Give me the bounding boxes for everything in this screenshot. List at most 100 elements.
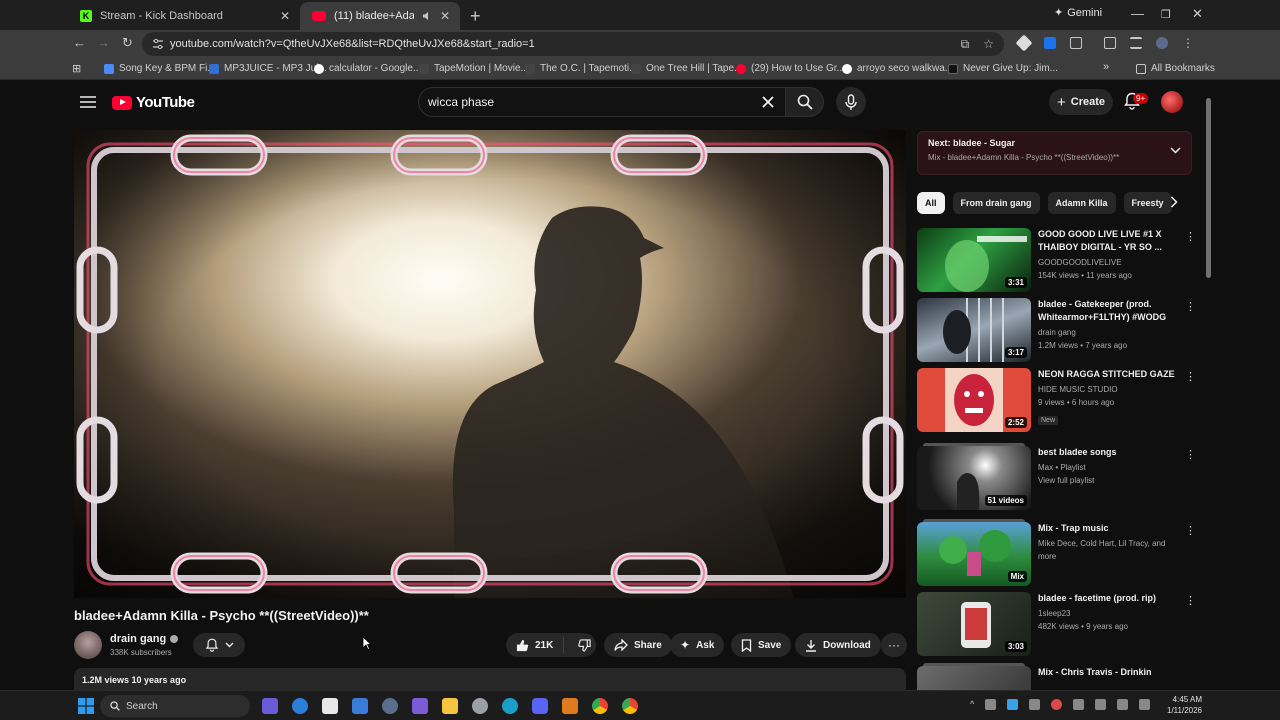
playlist-thumbnail[interactable]: 51 videos (917, 446, 1031, 510)
search-input[interactable]: wicca phase (418, 87, 786, 117)
kebab-menu-icon[interactable]: ⋮ (1185, 230, 1196, 243)
kebab-menu-icon[interactable]: ⋮ (1185, 370, 1196, 383)
kebab-menu-icon[interactable]: ⋮ (1185, 300, 1196, 313)
next-up-mix-panel[interactable]: Next: bladee - Sugar Mix - bladee+Adamn … (917, 131, 1192, 175)
gemini-button[interactable]: ✦ Gemini (1054, 6, 1102, 20)
dislike-button[interactable] (570, 638, 599, 652)
account-avatar[interactable] (1161, 91, 1183, 113)
youtube-logo[interactable]: YouTube (112, 94, 195, 111)
recommended-video[interactable]: 2:52 NEON RAGGA STITCHED GAZE HIDE MUSIC… (917, 368, 1196, 442)
bookmark-item[interactable]: One Tree Hill | Tape... (631, 63, 742, 74)
bookmark-item[interactable]: Never Give Up: Jim... (948, 63, 1058, 74)
tray-app-icon[interactable] (1073, 699, 1085, 710)
chip-all[interactable]: All (917, 192, 945, 214)
tray-app-icon[interactable] (985, 699, 997, 710)
bookmark-star-icon[interactable]: ☆ (983, 37, 994, 52)
recommended-playlist[interactable]: 51 videos best bladee songs Max • Playli… (917, 443, 1196, 512)
tab-close-icon[interactable]: ✕ (280, 9, 290, 23)
voice-search-button[interactable] (836, 87, 866, 117)
chrome-profile-icon[interactable] (622, 698, 638, 714)
volume-icon[interactable] (1139, 699, 1151, 710)
download-button[interactable]: Download (795, 633, 881, 657)
speaker-icon[interactable] (422, 11, 432, 21)
like-button[interactable]: 21K (506, 637, 565, 653)
file-explorer-icon[interactable] (442, 698, 458, 714)
back-icon[interactable]: ← (73, 35, 86, 50)
all-bookmarks-button[interactable]: All Bookmarks (1136, 63, 1215, 74)
reload-icon[interactable]: ↻ (122, 35, 133, 51)
app-icon[interactable] (412, 698, 428, 714)
taskbar-search[interactable]: Search (100, 695, 250, 717)
video-thumbnail[interactable]: 2:52 (917, 368, 1031, 432)
fl-studio-icon[interactable] (562, 698, 578, 714)
description-box[interactable]: 1.2M views 10 years ago (74, 668, 906, 690)
channel-name-link[interactable]: drain gang (110, 633, 179, 645)
windows-start-icon[interactable] (78, 698, 94, 714)
copilot-icon[interactable] (262, 698, 278, 714)
recommended-video[interactable]: 3:31 GOOD GOOD LIVE LIVE #1 X THAIBOY DI… (917, 228, 1196, 294)
network-icon[interactable] (1117, 699, 1129, 710)
kebab-menu-icon[interactable]: ⋮ (1185, 594, 1196, 607)
side-panel-icon[interactable] (1104, 37, 1116, 49)
window-close-icon[interactable]: ✕ (1192, 6, 1203, 22)
tray-app-icon[interactable] (1029, 699, 1041, 710)
recommended-video[interactable]: 3:03 bladee - facetime (prod. rip) 1slee… (917, 592, 1196, 658)
browser-menu-icon[interactable]: ⋮ (1182, 37, 1194, 49)
forward-icon[interactable]: → (97, 35, 110, 50)
video-thumbnail[interactable]: 3:17 (917, 298, 1031, 362)
media-controls-icon[interactable] (1130, 37, 1142, 49)
ask-button[interactable]: ✦ Ask (670, 633, 725, 657)
subscribed-notifications-button[interactable] (193, 633, 245, 657)
edge-icon[interactable] (502, 698, 518, 714)
store-icon[interactable] (322, 698, 338, 714)
bookmark-item[interactable]: MP3JUICE - MP3 Jui... (209, 63, 327, 74)
profile-avatar-icon[interactable] (1156, 37, 1168, 49)
chevron-up-icon[interactable]: ^ (970, 699, 974, 710)
tab-close-icon[interactable]: ✕ (440, 9, 450, 23)
hamburger-menu-icon[interactable] (80, 96, 96, 108)
settings-gear-icon[interactable] (382, 698, 398, 714)
mix-thumbnail[interactable] (917, 666, 1031, 690)
more-actions-button[interactable]: ··· (881, 633, 907, 657)
recommended-mix[interactable]: Mix Mix - Trap music Mike Dece, Cold Har… (917, 519, 1196, 588)
search-button[interactable] (786, 87, 824, 117)
recommended-video[interactable]: 3:17 bladee - Gatekeeper (prod. Whitearm… (917, 298, 1196, 364)
bookmark-item[interactable]: arroyo seco walkwa... (842, 63, 953, 74)
chevron-down-icon[interactable] (1170, 147, 1181, 154)
restore-icon[interactable]: ❐ (1161, 8, 1171, 21)
tray-app-icon[interactable] (1095, 699, 1107, 710)
chip-from-drain-gang[interactable]: From drain gang (952, 192, 1040, 214)
outlook-icon[interactable] (352, 698, 368, 714)
create-button[interactable]: + Create (1049, 89, 1113, 115)
discord-icon[interactable] (532, 698, 548, 714)
bookmark-item[interactable]: (29) How to Use Gr... (736, 63, 845, 74)
tab-kick-dashboard[interactable]: K Stream - Kick Dashboard ✕ (68, 2, 300, 30)
bookmark-item[interactable]: TapeMotion | Movie... (419, 63, 529, 74)
kebab-menu-icon[interactable]: ⋮ (1185, 448, 1196, 461)
chevron-right-icon[interactable] (1170, 196, 1178, 208)
site-info-icon[interactable] (152, 38, 164, 50)
chip-adamn-killa[interactable]: Adamn Killa (1047, 192, 1116, 214)
extension-diamond-icon[interactable] (1015, 34, 1033, 52)
app-icon[interactable] (472, 698, 488, 714)
video-thumbnail[interactable]: 3:31 (917, 228, 1031, 292)
video-thumbnail[interactable]: 3:03 (917, 592, 1031, 656)
page-scrollbar[interactable] (1206, 98, 1211, 278)
bookmark-item[interactable]: calculator - Google... (314, 63, 421, 74)
extension-download-icon[interactable] (1044, 37, 1056, 49)
tray-record-icon[interactable] (1051, 699, 1063, 710)
video-player[interactable] (74, 130, 906, 598)
new-tab-button[interactable]: + (470, 2, 481, 30)
minimize-icon[interactable]: — (1131, 6, 1144, 21)
bookmark-item[interactable]: The O.C. | Tapemoti... (525, 63, 637, 74)
apps-grid-icon[interactable]: ⊞ (72, 62, 81, 75)
edge-colors-icon[interactable] (292, 698, 308, 714)
chrome-icon[interactable] (592, 698, 608, 714)
view-full-playlist-link[interactable]: View full playlist (1038, 474, 1178, 487)
share-button[interactable]: Share (604, 633, 672, 657)
more-bookmarks-button[interactable]: » (1103, 61, 1109, 73)
chip-freestyle[interactable]: Freesty (1123, 192, 1172, 214)
bookmark-item[interactable]: Song Key & BPM Fi... (104, 63, 216, 74)
save-button[interactable]: Save (731, 633, 792, 657)
clear-search-icon[interactable] (759, 93, 777, 111)
